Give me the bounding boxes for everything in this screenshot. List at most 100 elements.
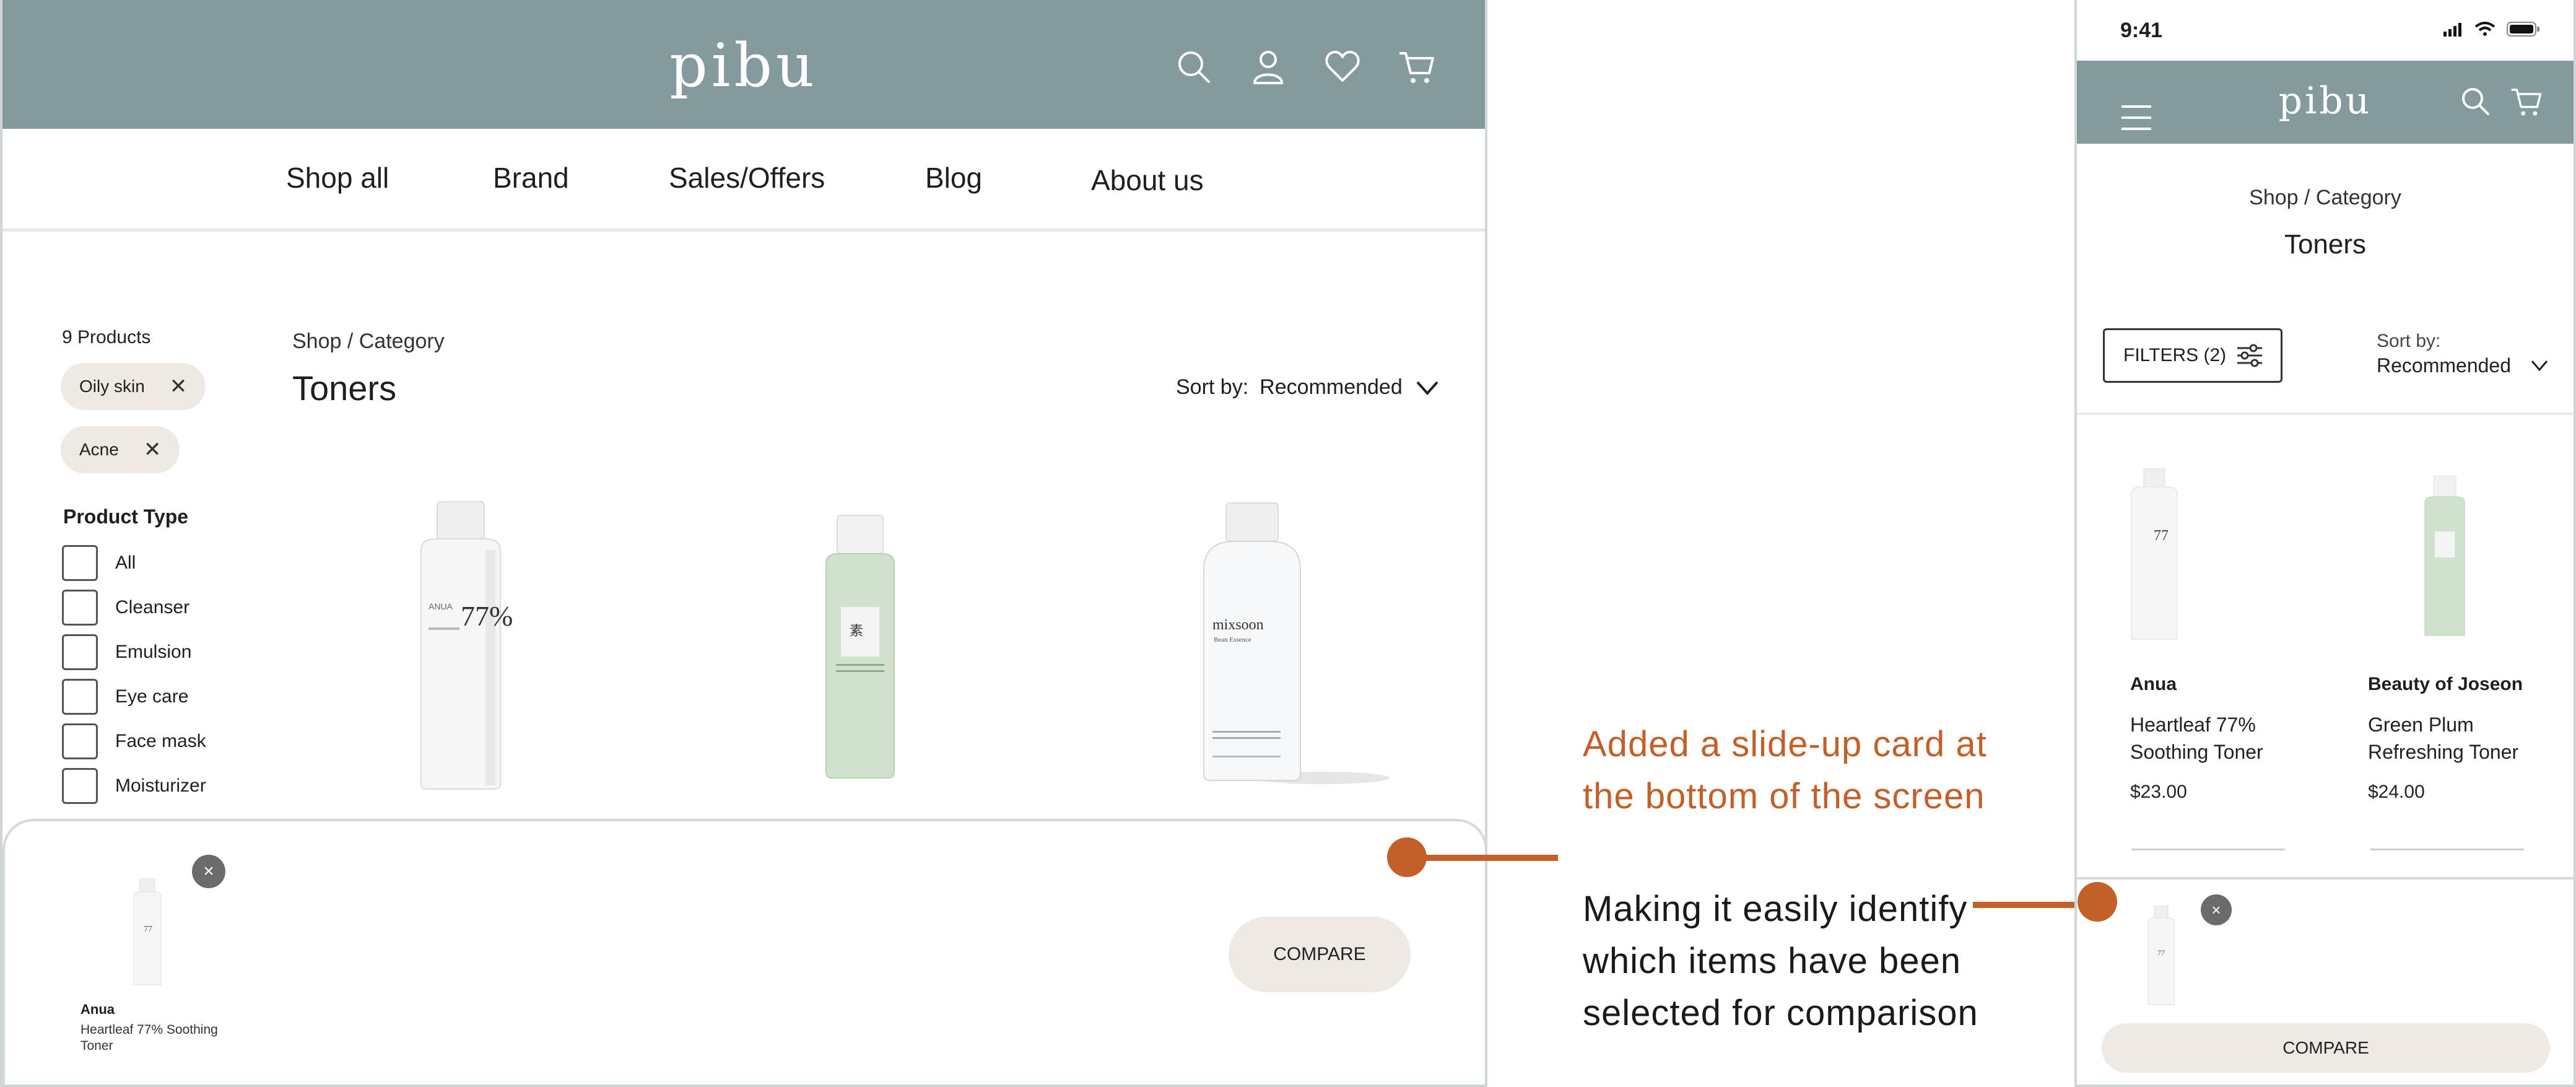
checkbox-label: Emulsion (115, 642, 192, 662)
checkbox[interactable] (62, 545, 98, 581)
selected-product-name: Heartleaf 77% Soothing Toner (80, 1023, 218, 1053)
nav-about-us[interactable]: About us (1091, 164, 1204, 197)
svg-text:素: 素 (850, 624, 863, 639)
callout-line-desktop (1424, 855, 1558, 861)
product-price: $24.00 (2368, 782, 2425, 802)
checkbox-label: All (115, 552, 136, 573)
svg-text:77: 77 (2157, 948, 2165, 957)
nav-sales-offers[interactable]: Sales/Offers (669, 161, 825, 194)
product-name[interactable]: Green Plum Refreshing Toner (2368, 711, 2554, 766)
callout-dot-mobile (2078, 882, 2117, 922)
status-bar: 9:41 (2077, 0, 2574, 61)
checkbox-label: Moisturizer (115, 775, 206, 796)
product-image-beauty-of-joseon[interactable]: 素 (820, 514, 900, 780)
product-image-anua[interactable]: ANUA 77% (399, 500, 523, 792)
header-icons (1175, 48, 1435, 85)
sort-label: Sort by: (1176, 375, 1249, 399)
search-icon[interactable] (2460, 85, 2491, 116)
checkbox-all[interactable]: All (62, 545, 136, 581)
selected-product-thumbnail[interactable]: 77 (130, 878, 165, 987)
checkbox[interactable] (62, 634, 98, 670)
chevron-down-icon (1416, 381, 1438, 395)
checkbox[interactable] (62, 723, 98, 759)
bottle-percent-label: 77% (461, 600, 513, 632)
compare-button[interactable]: COMPARE (1229, 917, 1411, 992)
search-icon[interactable] (1175, 48, 1212, 85)
logo[interactable]: pibu (2077, 79, 2574, 123)
product-brand: Anua (2130, 674, 2177, 694)
sort-dropdown[interactable]: Recommended (2377, 354, 2549, 377)
svg-text:77: 77 (144, 925, 152, 934)
bottle-brand-label: ANUA (429, 601, 453, 611)
status-time: 9:41 (2120, 19, 2163, 42)
product-type-heading: Product Type (63, 505, 189, 528)
wishlist-heart-icon[interactable] (1324, 48, 1361, 85)
checkbox-emulsion[interactable]: Emulsion (62, 634, 191, 670)
checkbox-label: Eye care (115, 686, 189, 707)
account-icon[interactable] (1250, 48, 1287, 85)
checkbox-cleanser[interactable]: Cleanser (62, 590, 189, 626)
callout-line-mobile (1973, 902, 2078, 908)
cart-icon[interactable] (1398, 48, 1435, 85)
sort-value: Recommended (2377, 354, 2511, 377)
chip-label: Oily skin (79, 377, 145, 396)
filters-label: FILTERS (2) (2123, 345, 2227, 365)
product-image-anua[interactable]: 77 (2126, 468, 2182, 642)
callout-dot-desktop (1387, 837, 1427, 877)
divider (2077, 413, 2574, 415)
signal-icon (2443, 23, 2461, 37)
remove-selected-icon[interactable]: × (2201, 894, 2232, 925)
annotation-body: Making it easily identify which items ha… (1583, 889, 1978, 1033)
nav-brand[interactable]: Brand (493, 161, 569, 194)
sliders-icon (2237, 344, 2263, 367)
selected-product-brand: Anua (80, 1002, 115, 1017)
compare-button[interactable]: COMPARE (2102, 1023, 2550, 1073)
bottle-brand-label: mixsoon (1212, 617, 1264, 633)
chip-label: Acne (79, 440, 119, 459)
wifi-icon (2474, 22, 2496, 36)
product-image-mixsoon[interactable]: mixsoon Bean Essence (1179, 502, 1390, 787)
filter-chip-oily-skin[interactable]: Oily skin ✕ (61, 363, 206, 410)
sort-label: Sort by: (2377, 331, 2441, 351)
desktop-header: pibu (2, 0, 1485, 129)
filter-chip-acne[interactable]: Acne ✕ (61, 426, 180, 473)
remove-filter-icon[interactable]: ✕ (170, 374, 188, 399)
selected-product-thumbnail[interactable]: 77 (2145, 906, 2177, 1007)
divider (2370, 849, 2524, 850)
mobile-header: pibu (2077, 61, 2574, 144)
product-price: $23.00 (2130, 782, 2187, 802)
nav-blog[interactable]: Blog (925, 161, 982, 194)
bottle-product-label: Bean Essence (1214, 636, 1251, 644)
mobile-screen: 9:41 pibu Shop / Category Toners FILTERS… (2074, 0, 2576, 1087)
status-icons (2443, 21, 2540, 37)
sort-value: Recommended (1260, 375, 1403, 399)
breadcrumb[interactable]: Shop / Category (292, 330, 445, 354)
remove-selected-icon[interactable]: × (192, 855, 225, 888)
product-image-beauty-of-joseon[interactable] (2421, 476, 2468, 638)
page-title: Toners (2284, 229, 2367, 260)
breadcrumb[interactable]: Shop / Category (2077, 186, 2574, 210)
checkbox-eye-care[interactable]: Eye care (62, 679, 188, 715)
desktop-screen: pibu Shop all Brand Sales/Offers Blog Ab… (0, 0, 1487, 1087)
product-brand: Beauty of Joseon (2368, 674, 2523, 694)
checkbox-label: Cleanser (115, 597, 190, 618)
checkbox-label: Face mask (115, 731, 206, 751)
remove-filter-icon[interactable]: ✕ (144, 437, 162, 462)
page-title: Toners (292, 369, 397, 408)
nav-shop-all[interactable]: Shop all (286, 161, 389, 194)
svg-text:77: 77 (2154, 528, 2169, 544)
divider (2131, 849, 2285, 850)
checkbox[interactable] (62, 590, 98, 626)
checkbox-moisturizer[interactable]: Moisturizer (62, 768, 206, 804)
filters-button[interactable]: FILTERS (2) (2103, 328, 2282, 383)
checkbox-face-mask[interactable]: Face mask (62, 723, 206, 759)
product-name[interactable]: Heartleaf 77% Soothing Toner (2130, 711, 2291, 766)
sort-dropdown[interactable]: Sort by: Recommended (1176, 375, 1440, 399)
product-count: 9 Products (62, 327, 151, 347)
checkbox[interactable] (62, 768, 98, 804)
chevron-down-icon (2531, 360, 2548, 372)
battery-icon (2507, 22, 2539, 37)
annotation-highlight: Added a slide-up card at the bottom of t… (1583, 724, 1987, 816)
checkbox[interactable] (62, 679, 98, 715)
cart-icon[interactable] (2510, 85, 2543, 118)
